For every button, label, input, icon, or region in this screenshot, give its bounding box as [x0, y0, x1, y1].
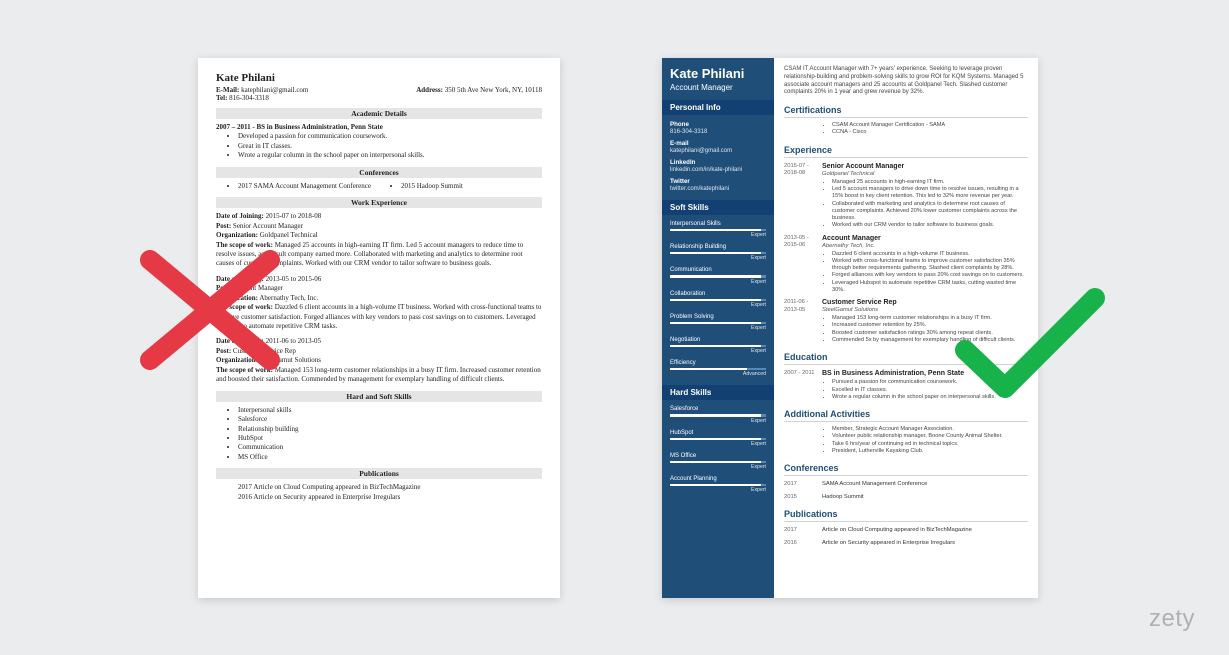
skill-bar: Interpersonal SkillsExpert — [670, 221, 766, 238]
section-activities: Additional Activities — [784, 409, 1028, 422]
activity-item: Member, Strategic Account Manager Associ… — [832, 426, 1028, 433]
skill-bar: CommunicationExpert — [670, 267, 766, 284]
skill-item: Relationship building — [238, 425, 542, 434]
conf-row: 2017SAMA Account Management Conference — [784, 481, 1028, 489]
skill-bar: Account PlanningExpert — [670, 476, 766, 493]
section-cert: Certifications — [784, 105, 1028, 118]
conf-row: 2015Hadoop Summit — [784, 494, 1028, 502]
skill-bar: SalesforceExpert — [670, 406, 766, 423]
section-pub: Publications — [784, 509, 1028, 522]
conferences: 2017 SAMA Account Management Conference … — [216, 182, 542, 191]
section-work: Work Experience — [216, 197, 542, 208]
section-exp: Experience — [784, 145, 1028, 158]
zety-logo: zety — [1149, 605, 1195, 633]
contact-item: Phone816-304-3318 — [670, 121, 766, 135]
section-skills: Hard and Soft Skills — [216, 391, 542, 402]
summary: CSAM IT Account Manager with 7+ years' e… — [784, 66, 1028, 97]
skill-bar: EfficiencyAdvanced — [670, 360, 766, 377]
activity-item: Volunteer public relationship manager, B… — [832, 433, 1028, 440]
skill-bar: NegotiationExpert — [670, 337, 766, 354]
address: Address: 350 5th Ave New York, NY, 10118 — [416, 86, 542, 94]
pub-row: 2016Article on Security appeared in Ente… — [784, 540, 1028, 548]
resume-good: Kate Philani Account Manager Personal In… — [662, 58, 1038, 598]
contact-item: LinkedInlinkedin.com/in/kate-philani — [670, 159, 766, 173]
job-entry: Date of Joining: 2011-06 to 2013-05Post:… — [216, 337, 542, 384]
contact-item: Twittertwitter.com/katephilani — [670, 178, 766, 192]
skill-item: Salesforce — [238, 415, 542, 424]
skill-bar: Problem SolvingExpert — [670, 314, 766, 331]
activities-list: Member, Strategic Account Manager Associ… — [822, 426, 1028, 455]
skill-item: MS Office — [238, 453, 542, 462]
exp-row: 2013-05 - 2015-06Account ManagerAbernath… — [784, 235, 1028, 295]
skill-item: Interpersonal skills — [238, 406, 542, 415]
name: Kate Philani — [670, 66, 766, 81]
side-head-soft: Soft Skills — [662, 200, 774, 215]
skill-item: HubSpot — [238, 434, 542, 443]
section-academic: Academic Details — [216, 108, 542, 119]
edu-row: 2007 - 2011 BS in Business Administratio… — [784, 370, 1028, 401]
skill-bar: HubSpotExpert — [670, 430, 766, 447]
edu-degree: 2007 – 2011 - BS in Business Administrat… — [216, 123, 542, 132]
activity-item: Take 6 hrs/year of continuing ed in tech… — [832, 441, 1028, 448]
skill-bar: CollaborationExpert — [670, 291, 766, 308]
cert-item: CCNA - Cisco — [832, 129, 1028, 136]
section-edu: Education — [784, 352, 1028, 365]
name: Kate Philani — [216, 72, 542, 84]
skill-bar: Relationship BuildingExpert — [670, 244, 766, 261]
sidebar: Kate Philani Account Manager Personal In… — [662, 58, 774, 598]
side-head-hard: Hard Skills — [662, 385, 774, 400]
cert-list: CSAM Account Manager Certification - SAM… — [822, 122, 1028, 137]
side-head-personal: Personal Info — [662, 100, 774, 115]
activity-item: President, Lutherville Kayaking Club. — [832, 448, 1028, 455]
resume-bad: Kate Philani E-Mail: katephilani@gmail.c… — [198, 58, 560, 598]
job-entry: Date of Joining: 2013-05 to 2015-06Post:… — [216, 275, 542, 332]
section-pubs: Publications — [216, 468, 542, 479]
cert-item: CSAM Account Manager Certification - SAM… — [832, 122, 1028, 129]
tel: Tel: 816-304-3318 — [216, 94, 542, 102]
exp-row: 2011-06 - 2013-05Customer Service RepSte… — [784, 299, 1028, 344]
pub-row: 2017Article on Cloud Computing appeared … — [784, 527, 1028, 535]
skills-list: Interpersonal skillsSalesforceRelationsh… — [238, 406, 542, 463]
job-entry: Date of Joining: 2015-07 to 2018-08Post:… — [216, 212, 542, 269]
skill-bar: MS OfficeExpert — [670, 453, 766, 470]
job-title: Account Manager — [670, 83, 766, 92]
email: E-Mail: katephilani@gmail.com — [216, 86, 308, 94]
edu-bullets: Developed a passion for communication co… — [238, 132, 542, 160]
section-conferences: Conferences — [216, 167, 542, 178]
exp-row: 2015-07 - 2018-08Senior Account ManagerG… — [784, 163, 1028, 230]
contact-item: E-mailkatephilani@gmail.com — [670, 140, 766, 154]
jobs: Date of Joining: 2015-07 to 2018-08Post:… — [216, 212, 542, 384]
main-column: CSAM IT Account Manager with 7+ years' e… — [774, 58, 1038, 598]
pubs-list: 2017 Article on Cloud Computing appeared… — [238, 483, 542, 502]
skill-item: Communication — [238, 443, 542, 452]
section-conf: Conferences — [784, 463, 1028, 476]
